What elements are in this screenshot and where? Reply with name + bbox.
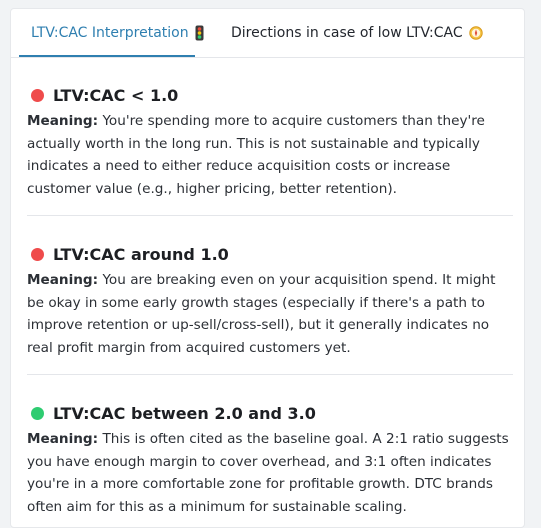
tab-label: Directions in case of low LTV:CAC (231, 24, 463, 41)
tab-ltv-cac-interpretation[interactable]: LTV:CAC Interpretation (19, 9, 204, 57)
section-title: LTV:CAC < 1.0 (53, 85, 179, 105)
section-title: LTV:CAC around 1.0 (53, 244, 229, 264)
traffic-light-icon (195, 25, 204, 41)
tab-label: LTV:CAC Interpretation (31, 24, 189, 41)
meaning-label: Meaning: (27, 113, 99, 129)
section-body: Meaning: This is often cited as the base… (27, 428, 513, 518)
meaning-label: Meaning: (27, 431, 99, 447)
green-circle-icon (31, 406, 44, 420)
section-body: Meaning: You're spending more to acquire… (27, 110, 513, 200)
tab-directions-low-ltv-cac[interactable]: Directions in case of low LTV:CAC (231, 9, 483, 56)
sections-list: LTV:CAC < 1.0 Meaning: You're spending m… (27, 57, 513, 527)
section-body: Meaning: You are breaking even on your a… (27, 269, 513, 359)
section-heading: LTV:CAC < 1.0 (27, 84, 513, 106)
red-circle-icon (31, 247, 44, 261)
section-ltv-cac-around-1: LTV:CAC around 1.0 Meaning: You are brea… (27, 216, 513, 375)
red-circle-icon (31, 88, 44, 102)
meaning-label: Meaning: (27, 272, 99, 288)
compass-icon (468, 25, 483, 40)
section-heading: LTV:CAC between 2.0 and 3.0 (27, 402, 513, 424)
section-heading: LTV:CAC around 1.0 (27, 243, 513, 265)
meaning-text: You are breaking even on your acquisitio… (27, 272, 496, 356)
meaning-text: This is often cited as the baseline goal… (27, 431, 509, 515)
tab-bar: LTV:CAC Interpretation Directions in cas… (11, 9, 524, 58)
interpretation-card: LTV:CAC Interpretation Directions in cas… (10, 8, 525, 528)
section-ltv-cac-below-1: LTV:CAC < 1.0 Meaning: You're spending m… (27, 57, 513, 216)
section-ltv-cac-2-to-3: LTV:CAC between 2.0 and 3.0 Meaning: Thi… (27, 375, 513, 527)
section-title: LTV:CAC between 2.0 and 3.0 (53, 403, 316, 423)
